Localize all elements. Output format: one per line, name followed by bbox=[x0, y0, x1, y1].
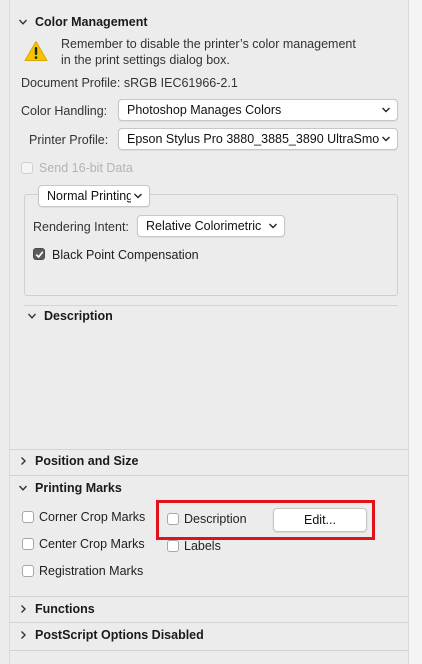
printer-profile-select[interactable]: Epson Stylus Pro 3880_3885_3890 UltraSmo… bbox=[118, 128, 398, 150]
chevron-right-icon bbox=[21, 631, 26, 639]
printing-mode-select[interactable]: Normal Printing bbox=[38, 185, 150, 207]
color-handling-label: Color Handling: bbox=[21, 104, 108, 118]
center-crop-label: Center Crop Marks bbox=[39, 537, 145, 551]
highlight-annotation bbox=[156, 500, 375, 540]
printer-profile-value: Epson Stylus Pro 3880_3885_3890 UltraSmo… bbox=[127, 132, 379, 146]
divider bbox=[9, 650, 409, 651]
chevron-down-icon bbox=[18, 19, 28, 25]
labels-label: Labels bbox=[184, 539, 221, 553]
section-title: Printing Marks bbox=[35, 481, 122, 495]
registration-checkbox[interactable] bbox=[22, 565, 34, 577]
section-header-postscript[interactable]: PostScript Options Disabled bbox=[9, 622, 409, 648]
corner-crop-label: Corner Crop Marks bbox=[39, 510, 146, 524]
chevron-down-icon bbox=[382, 107, 390, 113]
section-header-printing-marks[interactable]: Printing Marks bbox=[9, 475, 409, 501]
chevron-right-icon bbox=[21, 457, 26, 465]
description-header[interactable]: Description bbox=[18, 303, 398, 329]
chevron-down-icon bbox=[134, 193, 142, 199]
document-profile-text: Document Profile: sRGB IEC61966-2.1 bbox=[21, 76, 238, 90]
printing-mode-value: Normal Printing bbox=[47, 189, 131, 203]
scrollbar-track[interactable] bbox=[409, 0, 422, 664]
checkmark-icon bbox=[35, 251, 44, 259]
description-title: Description bbox=[44, 309, 113, 323]
color-handling-value: Photoshop Manages Colors bbox=[127, 103, 282, 117]
section-header-functions[interactable]: Functions bbox=[9, 596, 409, 622]
warning-message: Remember to disable the printer’s color … bbox=[61, 37, 356, 67]
warning-icon bbox=[24, 41, 48, 61]
section-title: Position and Size bbox=[35, 454, 139, 468]
registration-label: Registration Marks bbox=[39, 564, 144, 578]
chevron-down-icon bbox=[382, 136, 390, 142]
color-handling-select[interactable]: Photoshop Manages Colors bbox=[118, 99, 398, 121]
section-title: Functions bbox=[35, 602, 95, 616]
section-title: Color Management bbox=[35, 15, 148, 29]
printing-options-group bbox=[24, 194, 398, 296]
printer-profile-label: Printer Profile: bbox=[29, 133, 109, 147]
section-title: PostScript Options Disabled bbox=[35, 628, 204, 642]
section-header-color-management[interactable]: Color Management bbox=[9, 9, 409, 35]
rendering-intent-value: Relative Colorimetric bbox=[146, 219, 262, 233]
chevron-right-icon bbox=[21, 605, 26, 613]
section-header-position-size[interactable]: Position and Size bbox=[9, 448, 409, 474]
chevron-down-icon bbox=[27, 313, 37, 319]
corner-crop-checkbox[interactable] bbox=[22, 511, 34, 523]
black-point-label: Black Point Compensation bbox=[52, 248, 199, 262]
chevron-down-icon bbox=[18, 485, 28, 491]
send-16bit-checkbox[interactable] bbox=[21, 162, 33, 174]
send-16bit-label: Send 16-bit Data bbox=[39, 161, 133, 175]
rendering-intent-label: Rendering Intent: bbox=[33, 220, 129, 234]
labels-checkbox[interactable] bbox=[167, 540, 179, 552]
black-point-checkbox[interactable] bbox=[33, 248, 45, 260]
rendering-intent-select[interactable]: Relative Colorimetric bbox=[137, 215, 285, 237]
chevron-down-icon bbox=[269, 223, 277, 229]
center-crop-checkbox[interactable] bbox=[22, 538, 34, 550]
